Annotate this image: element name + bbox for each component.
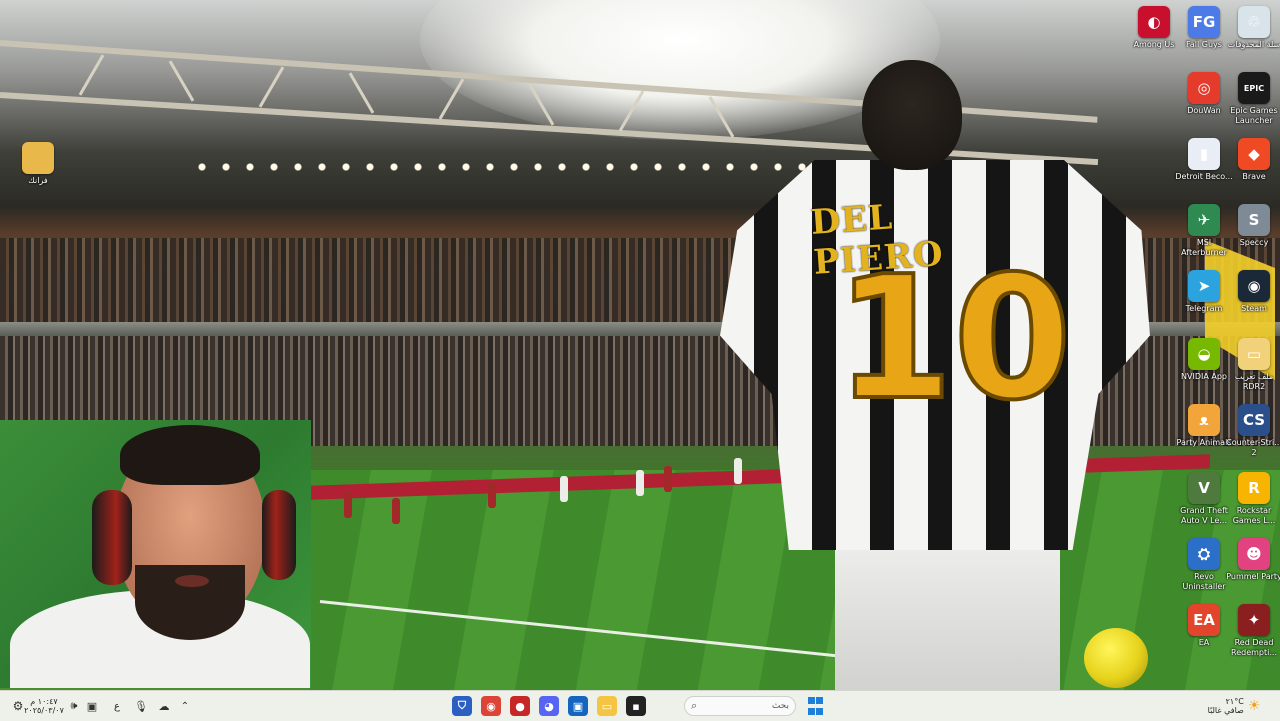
search-placeholder: بحث	[771, 701, 789, 711]
counter-strike-icon: CS	[1238, 404, 1270, 436]
fall-guys-icon: FG	[1188, 6, 1220, 38]
msi-afterburner-icon: ✈	[1188, 204, 1220, 236]
windows-logo-icon	[808, 697, 815, 705]
epic-games-icon: EPIC	[1238, 72, 1270, 104]
webcam-person-hair	[120, 425, 260, 485]
distant-player	[664, 466, 672, 492]
discord-icon[interactable]: ◕	[539, 696, 559, 716]
desktop-shortcut-label: فرانك	[28, 176, 48, 185]
ea-icon: EA	[1188, 604, 1220, 636]
douwan-icon: ◎	[1188, 72, 1220, 104]
desktop-shortcut-label: Steam	[1241, 304, 1267, 313]
desktop-shortcut[interactable]: ◉ Steam	[1224, 270, 1280, 314]
language-indicator[interactable]: ع	[110, 696, 124, 716]
distant-player	[734, 458, 742, 484]
distant-player	[344, 492, 352, 518]
desktop-shortcut-label: Red Dead Redempti...	[1231, 638, 1277, 657]
desktop-shortcut-label: Epic Games Launcher	[1230, 106, 1278, 125]
distant-player	[488, 482, 496, 508]
steam-icon: ◉	[1238, 270, 1270, 302]
distant-player	[560, 476, 568, 502]
start-button[interactable]	[808, 696, 823, 716]
taskbar: ⚙ ١٠:٤٧ م ٢٠٢٥/٠٣/٠٧ 🕪 ▣ ع 🎙 ☁ ⌃ ⛉ ◉ ● ◕ ▣ ▭ ▪…	[0, 690, 1280, 721]
telegram-icon: ➤	[1188, 270, 1220, 302]
red-dead-icon: ✦	[1238, 604, 1270, 636]
distant-player	[392, 498, 400, 524]
party-animals-icon: ᴥ	[1188, 404, 1220, 436]
revo-uninstaller-icon: ⛭	[1188, 538, 1220, 570]
desktop-shortcut[interactable]: ◆ Brave	[1224, 138, 1280, 182]
volume-icon[interactable]: 🕪	[66, 696, 82, 716]
desktop-shortcut[interactable]: EPIC Epic Games Launcher	[1224, 72, 1280, 126]
weather-widget[interactable]: ٢١°C صافي غالبًا ☀	[1198, 696, 1270, 716]
detroit-icon: ▮	[1188, 138, 1220, 170]
clock[interactable]: ١٠:٤٧ م ٢٠٢٥/٠٣/٠٧	[24, 696, 64, 716]
roof-truss	[258, 66, 285, 108]
headset-left-icon	[92, 490, 132, 585]
roof-truss	[348, 72, 375, 114]
desktop-shortcut[interactable]: S Speccy	[1224, 204, 1280, 248]
desktop-shortcut-label: Brave	[1242, 172, 1266, 181]
webcam-person-mouth	[175, 575, 209, 587]
desktop-shortcut-label: سلة المحذوفات	[1227, 40, 1280, 49]
desktop-shortcut[interactable]: ✦ Red Dead Redempti...	[1224, 604, 1280, 658]
speccy-icon: S	[1238, 204, 1270, 236]
distant-player	[636, 470, 644, 496]
desktop-shortcut[interactable]: CS Counter-Stri... 2	[1224, 404, 1280, 458]
pummel-party-icon: ☻	[1238, 538, 1270, 570]
headset-right-icon	[262, 490, 296, 580]
among-us-icon: ◐	[1138, 6, 1170, 38]
weather-description: صافي غالبًا	[1207, 706, 1244, 715]
desktop-shortcut-label: Counter-Stri... 2	[1226, 438, 1280, 457]
clock-date: ٢٠٢٥/٠٣/٠٧	[24, 706, 64, 715]
desktop-shortcut-label: Rockstar Games L...	[1232, 506, 1276, 525]
desktop-shortcut[interactable]: ▭ ملف تعريب RDR2	[1224, 338, 1280, 392]
search-box[interactable]: ⌕ بحث	[684, 696, 796, 716]
desktop-shortcut-label: ملف تعريب RDR2	[1234, 372, 1274, 391]
file-explorer-icon[interactable]: ▭	[597, 696, 617, 716]
stadium-lights	[190, 160, 810, 174]
brave-icon: ◆	[1238, 138, 1270, 170]
weather-temperature: ٢١°C	[1225, 697, 1244, 706]
onedrive-icon[interactable]: ☁	[156, 696, 172, 716]
sun-icon: ☀	[1247, 698, 1261, 714]
roof-truss	[168, 60, 195, 102]
football	[1084, 628, 1148, 688]
recycle-bin-icon: ♲	[1238, 6, 1270, 38]
roof-truss	[78, 54, 105, 96]
folder-icon	[22, 142, 54, 174]
network-icon[interactable]: ▣	[84, 696, 100, 716]
windows-logo-icon	[816, 697, 823, 705]
webcam-overlay	[0, 420, 311, 688]
gta-v-icon: V	[1188, 472, 1220, 504]
show-hidden-icons-chevron-icon[interactable]: ⌃	[178, 696, 192, 716]
red-app-icon[interactable]: ●	[510, 696, 530, 716]
folder-icon: ▭	[1238, 338, 1270, 370]
player-shorts	[835, 540, 1060, 690]
player-head	[862, 60, 962, 170]
desktop-shortcut-label: Speccy	[1239, 238, 1269, 247]
search-icon: ⌕	[691, 699, 698, 712]
terminal-icon[interactable]: ▪	[626, 696, 646, 716]
rockstar-icon: R	[1238, 472, 1270, 504]
desktop-shortcut-label: Pummel Party	[1226, 572, 1280, 581]
jersey-number: 10	[833, 238, 1074, 440]
nvidia-icon: ◒	[1188, 338, 1220, 370]
security-app-icon[interactable]: ⛉	[452, 696, 472, 716]
desktop-shortcut[interactable]: R Rockstar Games L...	[1224, 472, 1280, 526]
windows-logo-icon	[808, 707, 815, 715]
desktop-shortcut[interactable]: ☻ Pummel Party	[1224, 538, 1280, 582]
microphone-icon[interactable]: 🎙	[134, 696, 148, 716]
desktop-shortcut[interactable]: ♲ سلة المحذوفات	[1224, 6, 1280, 50]
store-icon[interactable]: ▣	[568, 696, 588, 716]
windows-logo-icon	[816, 707, 823, 715]
desktop-shortcut[interactable]: فرانك	[8, 142, 68, 186]
clock-time: ١٠:٤٧ م	[30, 697, 58, 706]
chrome-icon[interactable]: ◉	[481, 696, 501, 716]
